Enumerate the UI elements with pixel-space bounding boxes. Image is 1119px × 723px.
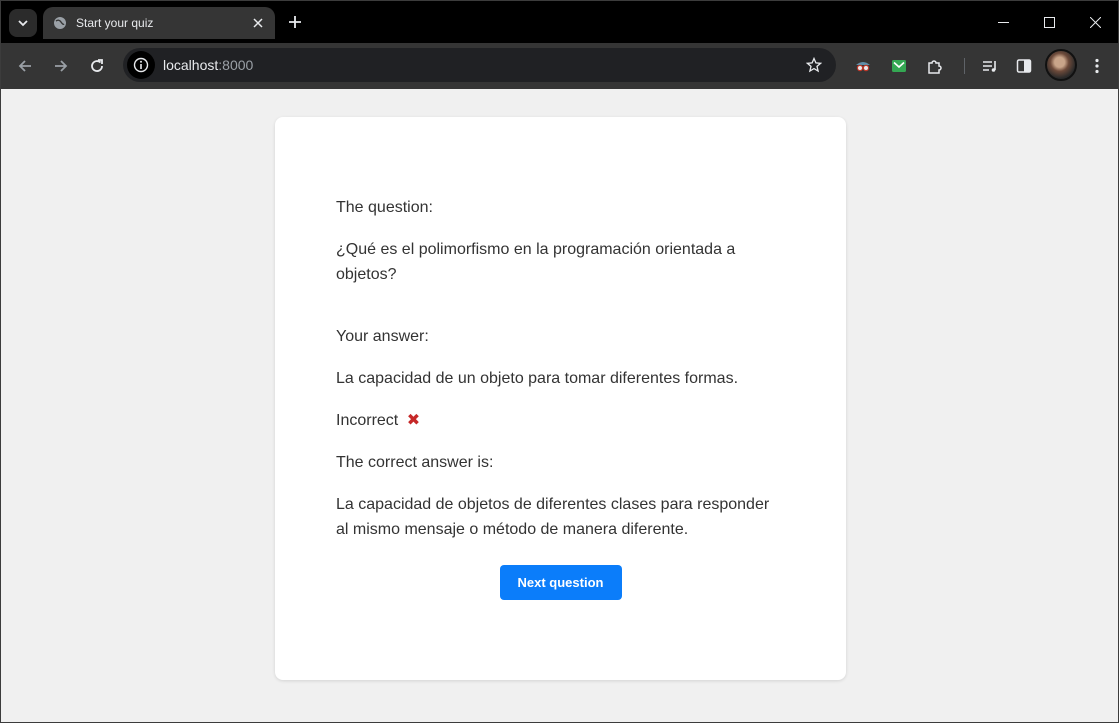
correct-answer-text: La capacidad de objetos de diferentes cl… (336, 496, 770, 538)
toolbar-divider (964, 58, 965, 74)
your-answer-label: Your answer: (336, 328, 429, 345)
puzzle-icon[interactable] (921, 52, 949, 80)
address-bar[interactable]: localhost:8000 (123, 48, 836, 82)
more-icon[interactable] (1083, 52, 1111, 80)
incorrect-icon: ✖ (406, 412, 421, 429)
page-viewport: The question: ¿Qué es el polimorfismo en… (1, 89, 1118, 722)
side-panel-icon[interactable] (1010, 52, 1038, 80)
tab-title: Start your quiz (76, 16, 154, 30)
result-text: Incorrect (336, 412, 399, 429)
question-text: ¿Qué es el polimorfismo en la programaci… (336, 241, 736, 283)
url-port: :8000 (218, 57, 254, 73)
plus-icon[interactable] (283, 10, 307, 34)
url-host: localhost (163, 57, 219, 73)
tab-strip: Start your quiz (1, 1, 1118, 43)
quiz-content: The question: ¿Qué es el polimorfismo en… (336, 195, 780, 559)
avatar[interactable] (1045, 49, 1077, 81)
maximize-icon[interactable] (1026, 1, 1072, 43)
browser-window: Start your quiz localhost:8000 The quest… (0, 0, 1119, 723)
extension-mail-icon[interactable] (885, 52, 913, 80)
extension-spy-icon[interactable] (849, 52, 877, 80)
reload-icon[interactable] (83, 52, 111, 80)
result-line: Incorrect ✖ (336, 408, 780, 433)
star-icon[interactable] (800, 51, 828, 79)
back-icon[interactable] (11, 52, 39, 80)
tab-search-icon[interactable] (9, 9, 37, 37)
next-question-button[interactable]: Next question (499, 565, 622, 600)
correct-answer-label: The correct answer is: (336, 454, 494, 471)
media-control-icon[interactable] (976, 52, 1004, 80)
tab-active[interactable]: Start your quiz (43, 7, 275, 39)
minimize-icon[interactable] (980, 1, 1026, 43)
question-label: The question: (336, 199, 433, 216)
site-info-icon[interactable] (127, 51, 155, 79)
globe-icon (53, 16, 67, 30)
browser-toolbar: localhost:8000 (1, 43, 1118, 89)
your-answer-text: La capacidad de un objeto para tomar dif… (336, 370, 739, 387)
close-icon[interactable] (249, 14, 267, 32)
forward-icon[interactable] (47, 52, 75, 80)
window-close-icon[interactable] (1072, 1, 1118, 43)
quiz-card: The question: ¿Qué es el polimorfismo en… (275, 117, 846, 680)
url-text: localhost:8000 (163, 57, 800, 73)
